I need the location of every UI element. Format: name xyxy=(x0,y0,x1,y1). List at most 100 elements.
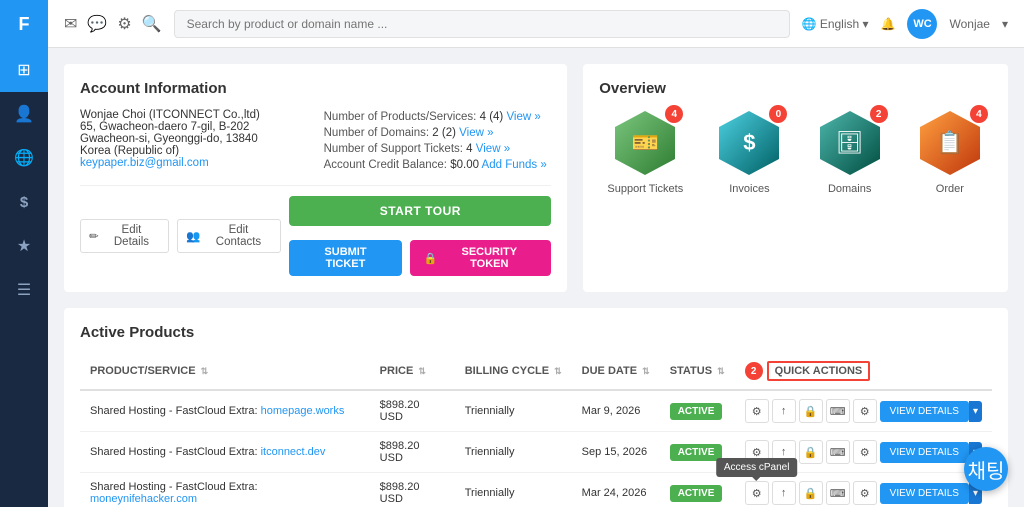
sidebar-item-star[interactable]: ★ xyxy=(0,224,48,268)
top-section: Account Information Wonjae Choi (ITCONNE… xyxy=(64,64,1008,292)
language-selector[interactable]: 🌐 English ▾ xyxy=(802,17,869,31)
sort-duedate-icon[interactable]: ⇅ xyxy=(642,366,650,376)
support-icon-wrapper: 🎫 4 xyxy=(611,109,679,177)
quick-actions-header: QUICK ACTIONS xyxy=(767,361,871,381)
view-details-wrapper-3: VIEW DETAILS ▾ xyxy=(880,483,982,504)
sidebar-item-list[interactable]: ☰ xyxy=(0,268,48,312)
billing-cell-2: Triennially xyxy=(455,432,572,473)
sidebar-item-home[interactable]: ⊞ xyxy=(0,48,48,92)
col-price: PRICE ⇅ xyxy=(370,353,455,390)
status-badge-1: ACTIVE xyxy=(670,403,723,420)
terminal-btn-3[interactable]: ⌨ xyxy=(826,481,850,505)
account-email-link[interactable]: keypaper.biz@gmail.com xyxy=(80,157,209,169)
status-badge-3: ACTIVE xyxy=(670,485,723,502)
more-btn-2[interactable]: ⚙ xyxy=(853,440,877,464)
edit-details-button[interactable]: ✏ Edit Details xyxy=(80,219,169,253)
tickets-view-link[interactable]: View » xyxy=(476,143,510,155)
overview-item-support[interactable]: 🎫 4 Support Tickets xyxy=(607,109,683,195)
cpanel-btn-3[interactable]: ⚙ xyxy=(745,481,769,505)
main-content: ✉ 💬 ⚙ 🔍 🌐 English ▾ 🔔 WC Wonjae ▾ Accoun… xyxy=(48,0,1024,507)
action-buttons: SUBMIT TICKET 🔒 SECURITY TOKEN xyxy=(289,240,551,276)
domain-link-1[interactable]: homepage.works xyxy=(261,405,345,417)
overview-item-domains[interactable]: 🗄 2 Domains xyxy=(816,109,884,195)
account-details: Number of Products/Services: 4 (4) View … xyxy=(324,109,552,173)
edit-buttons: ✏ Edit Details 👥 Edit Contacts xyxy=(80,219,281,253)
overview-item-order[interactable]: 📋 4 Order xyxy=(916,109,984,195)
overview-panel: Overview 🎫 xyxy=(583,64,1008,292)
sidebar-logo[interactable]: F xyxy=(0,0,48,48)
cpanel-btn-2[interactable]: ⚙ xyxy=(745,440,769,464)
lock-btn-1[interactable]: 🔒 xyxy=(799,399,823,423)
quick-actions-3: ⚙ Access cPanel ↑ 🔒 ⌨ ⚙ xyxy=(745,481,877,505)
sort-product-icon[interactable]: ⇅ xyxy=(201,366,209,376)
more-btn-3[interactable]: ⚙ xyxy=(853,481,877,505)
duedate-cell-2: Sep 15, 2026 xyxy=(572,432,660,473)
price-cell-1: $898.20 USD xyxy=(370,390,455,432)
terminal-btn-2[interactable]: ⌨ xyxy=(826,440,850,464)
col-quickactions: 2 QUICK ACTIONS xyxy=(735,353,992,390)
overview-title: Overview xyxy=(599,80,992,97)
search-input[interactable] xyxy=(174,10,790,38)
sidebar: F ⊞ 👤 🌐 $ ★ ☰ xyxy=(0,0,48,507)
sidebar-item-dollar[interactable]: $ xyxy=(0,180,48,224)
products-view-link[interactable]: View » xyxy=(506,111,540,123)
overview-item-invoices[interactable]: $ 0 Invoices xyxy=(715,109,783,195)
chat-button-label: 채팅 xyxy=(968,455,1005,484)
domain-link-2[interactable]: itconnect.dev xyxy=(261,446,326,458)
lock-btn-3[interactable]: 🔒 xyxy=(799,481,823,505)
billing-cell-3: Triennially xyxy=(455,473,572,507)
duedate-cell-3: Mar 24, 2026 xyxy=(572,473,660,507)
overview-icons: 🎫 4 Support Tickets xyxy=(599,109,992,195)
upload-btn-3[interactable]: ↑ xyxy=(772,481,796,505)
topbar-right: 🌐 English ▾ 🔔 WC Wonjae ▾ xyxy=(802,9,1008,39)
status-cell-1: ACTIVE xyxy=(660,390,735,432)
content-area: Account Information Wonjae Choi (ITCONNE… xyxy=(48,48,1024,507)
mail-icon[interactable]: ✉ xyxy=(64,14,77,34)
view-details-btn-1[interactable]: VIEW DETAILS xyxy=(880,401,969,422)
sort-price-icon[interactable]: ⇅ xyxy=(418,366,426,376)
cta-buttons: START TOUR SUBMIT TICKET 🔒 SECURITY TOKE… xyxy=(289,196,551,276)
account-info-title: Account Information xyxy=(80,80,551,97)
add-funds-link[interactable]: Add Funds » xyxy=(482,159,547,171)
sort-status-icon[interactable]: ⇅ xyxy=(717,366,725,376)
active-products-title: Active Products xyxy=(80,324,992,341)
settings-icon[interactable]: ⚙ xyxy=(117,14,131,34)
start-tour-button[interactable]: START TOUR xyxy=(289,196,551,226)
sidebar-item-globe[interactable]: 🌐 xyxy=(0,136,48,180)
chat-icon[interactable]: 💬 xyxy=(87,14,107,34)
more-btn-1[interactable]: ⚙ xyxy=(853,399,877,423)
user-chevron[interactable]: ▾ xyxy=(1002,17,1008,31)
view-details-arrow-1[interactable]: ▾ xyxy=(969,401,982,422)
chat-button[interactable]: 채팅 xyxy=(964,447,1008,491)
security-token-button[interactable]: 🔒 SECURITY TOKEN xyxy=(410,240,552,276)
domains-view-link[interactable]: View » xyxy=(459,127,493,139)
avatar[interactable]: WC xyxy=(907,9,937,39)
edit-contacts-button[interactable]: 👥 Edit Contacts xyxy=(177,219,281,253)
sort-billing-icon[interactable]: ⇅ xyxy=(554,366,562,376)
table-header-row: PRODUCT/SERVICE ⇅ PRICE ⇅ BILLING CYCLE … xyxy=(80,353,992,390)
lock-btn-2[interactable]: 🔒 xyxy=(799,440,823,464)
cpanel-btn-1[interactable]: ⚙ xyxy=(745,399,769,423)
qa-cell-3: ⚙ Access cPanel ↑ 🔒 ⌨ ⚙ VIEW DETAILS xyxy=(735,473,992,507)
user-icon: 👤 xyxy=(14,104,34,124)
upload-btn-1[interactable]: ↑ xyxy=(772,399,796,423)
view-details-btn-2[interactable]: VIEW DETAILS xyxy=(880,442,969,463)
account-actions: ✏ Edit Details 👥 Edit Contacts START TOU… xyxy=(80,185,551,276)
sidebar-item-user[interactable]: 👤 xyxy=(0,92,48,136)
terminal-btn-1[interactable]: ⌨ xyxy=(826,399,850,423)
upload-btn-2[interactable]: ↑ xyxy=(772,440,796,464)
qa-cell-1: ⚙ ↑ 🔒 ⌨ ⚙ VIEW DETAILS ▾ xyxy=(735,390,992,432)
view-details-btn-3[interactable]: VIEW DETAILS xyxy=(880,483,969,504)
credit-row: Account Credit Balance: $0.00 Add Funds … xyxy=(324,157,552,173)
domains-label: Domains xyxy=(828,183,871,195)
domain-link-3[interactable]: moneynifehacker.com xyxy=(90,493,197,505)
notification-icon[interactable]: 🔔 xyxy=(881,17,896,31)
shield-icon: 🔒 xyxy=(424,252,438,265)
submit-ticket-button[interactable]: SUBMIT TICKET xyxy=(289,240,401,276)
status-cell-2: ACTIVE xyxy=(660,432,735,473)
search-icon[interactable]: 🔍 xyxy=(142,14,162,34)
products-table: PRODUCT/SERVICE ⇅ PRICE ⇅ BILLING CYCLE … xyxy=(80,353,992,507)
username-label[interactable]: Wonjae xyxy=(949,17,989,31)
account-info-panel: Account Information Wonjae Choi (ITCONNE… xyxy=(64,64,567,292)
dollar-icon: $ xyxy=(20,194,28,211)
